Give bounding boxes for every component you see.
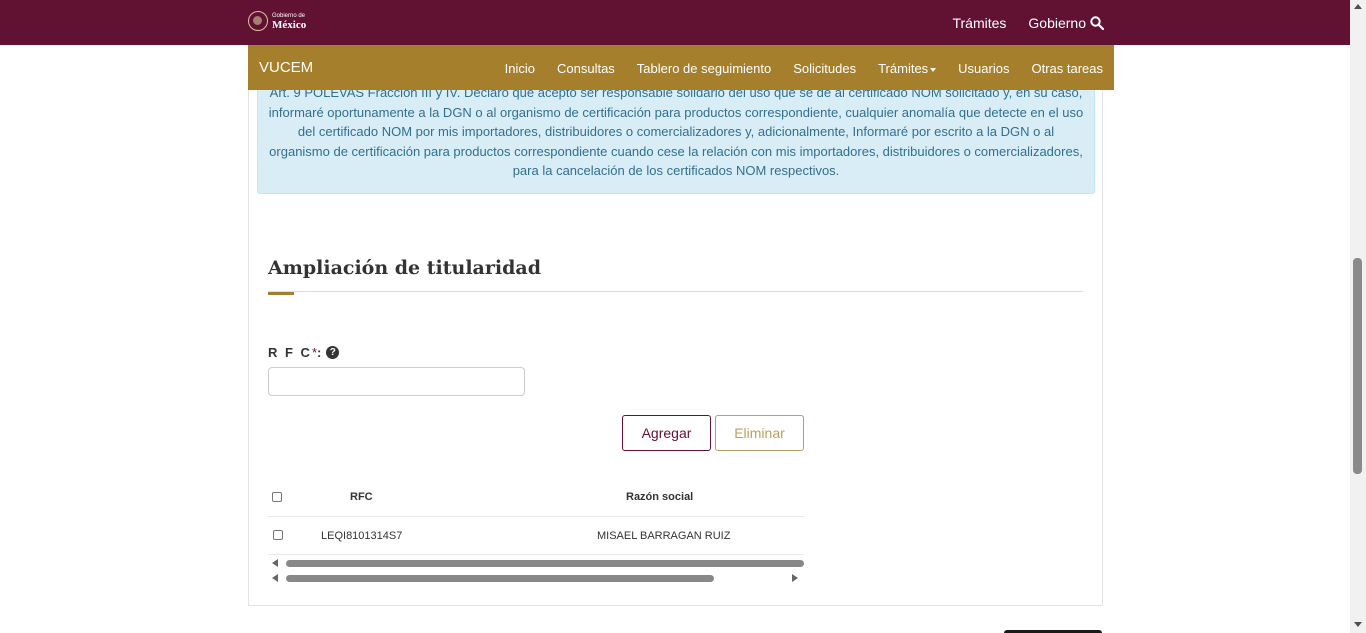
vucem-navbar: VUCEM Inicio Consultas Tablero de seguim… [248,45,1114,90]
titularidad-table: RFC Razón social LEQI8101314S7 MISAEL BA… [268,478,804,588]
top-links: Trámites Gobierno [952,15,1086,31]
scrollbar-thumb[interactable] [286,560,804,567]
menu-tablero-seguimiento[interactable]: Tablero de seguimiento [637,61,771,76]
logo-big-text: México [272,19,307,31]
gobierno-de-mexico-logo[interactable]: Gobierno de México [248,11,306,31]
table-header: RFC Razón social [268,478,804,516]
top-link-gobierno[interactable]: Gobierno [1028,15,1086,31]
menu-tramites[interactable]: Trámites [878,61,937,76]
menu-usuarios[interactable]: Usuarios [958,61,1009,76]
title-accent-bar [268,292,294,295]
table-row[interactable]: LEQI8101314S7 MISAEL BARRAGAN RUIZ [268,516,804,555]
select-all-checkbox[interactable] [272,492,282,502]
section-title: Ampliación de titularidad [268,257,541,279]
table-scrollbar-inner[interactable] [268,558,804,568]
page-scrollbar[interactable] [1350,0,1366,633]
rfc-label: R F C *: ? [268,345,340,360]
title-divider [268,291,1083,292]
cell-rfc: LEQI8101314S7 [321,530,403,542]
cell-razon-social: MISAEL BARRAGAN RUIZ [597,530,731,542]
row-checkbox[interactable] [273,530,283,540]
scrollbar-thumb[interactable] [286,575,714,582]
scroll-left-icon[interactable] [272,574,278,582]
help-icon[interactable]: ? [326,346,340,359]
rfc-label-colon: : [317,345,324,360]
table-scrollbar[interactable] [268,573,804,583]
menu-tramites-label: Trámites [878,61,929,76]
rfc-input[interactable] [268,367,525,396]
page-scrollbar-thumb[interactable] [1353,258,1362,474]
header-razon-social[interactable]: Razón social [626,491,693,503]
main-menu: Inicio Consultas Tablero de seguimiento … [505,61,1103,76]
government-top-bar: Gobierno de México Trámites Gobierno [0,0,1350,45]
agregar-button[interactable]: Agregar [622,415,711,451]
menu-solicitudes[interactable]: Solicitudes [793,61,856,76]
vucem-brand[interactable]: VUCEM [259,59,313,76]
header-rfc[interactable]: RFC [350,491,373,503]
search-icon[interactable] [1090,16,1104,30]
scroll-down-icon[interactable] [1354,622,1362,627]
caret-down-icon [930,67,937,72]
menu-otras-tareas[interactable]: Otras tareas [1031,61,1103,76]
top-link-tramites[interactable]: Trámites [952,15,1006,31]
menu-consultas[interactable]: Consultas [557,61,615,76]
menu-inicio[interactable]: Inicio [505,61,535,76]
declaration-alert: Art. 9 POLEVAS Fracción III y IV. Declar… [257,80,1095,194]
eliminar-button[interactable]: Eliminar [715,415,804,451]
scroll-left-icon[interactable] [272,559,278,567]
scroll-up-icon[interactable] [1354,4,1362,9]
declaration-text: Art. 9 POLEVAS Fracción III y IV. Declar… [268,85,1084,178]
government-seal-icon [248,11,268,31]
rfc-label-text: R F C [268,345,312,360]
scroll-right-icon[interactable] [792,574,798,582]
